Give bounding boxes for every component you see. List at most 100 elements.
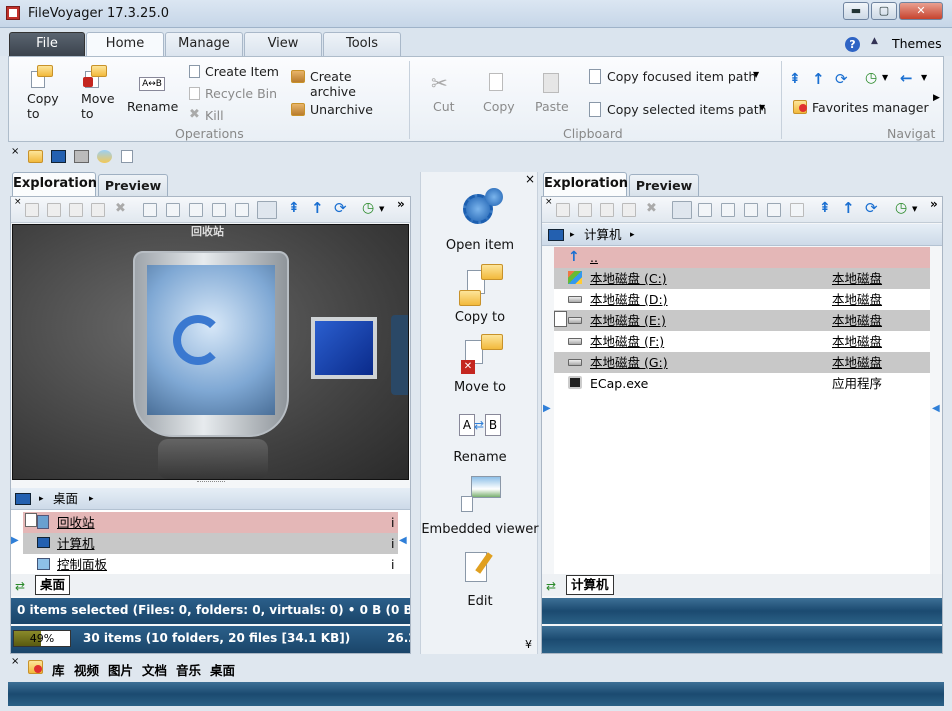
monitor-icon[interactable] (51, 150, 66, 163)
recycle-icon[interactable] (622, 203, 636, 217)
go-top-icon[interactable]: ⇞ (789, 71, 805, 87)
favorite-videos[interactable]: 视频 (74, 660, 99, 679)
create-archive-button[interactable]: Create archive (289, 68, 401, 99)
ribbon-scroll-right-icon[interactable]: ▶ (933, 93, 940, 103)
view-list-icon[interactable] (166, 203, 180, 217)
scroll-down-icon[interactable]: ¥ (525, 638, 532, 651)
view-list-icon[interactable] (698, 203, 712, 217)
cut-icon[interactable] (25, 203, 39, 217)
view-filmstrip-icon[interactable] (257, 201, 277, 219)
view-thumbnails-icon[interactable] (767, 203, 781, 217)
go-up-icon[interactable]: ↑ (311, 199, 324, 217)
right-tab-exploration[interactable]: Exploration (543, 172, 628, 196)
list-item[interactable]: ECap.exe 应用程序 (554, 373, 930, 394)
list-item[interactable]: 控制面板 i (23, 554, 398, 575)
copy-to-action[interactable]: Copy to (421, 262, 539, 332)
right-edge-arrow-icon[interactable]: ◀ (932, 403, 940, 414)
view-filmstrip-icon[interactable] (790, 203, 804, 217)
refresh-icon[interactable]: ⟳ (835, 70, 851, 88)
list-item[interactable]: 本地磁盘 (C:) 本地磁盘 (554, 268, 930, 289)
new-tab-icon[interactable]: ⇄ (15, 579, 31, 593)
left-tab-exploration[interactable]: Exploration (12, 172, 97, 196)
history-dropdown-icon[interactable]: ▼ (882, 73, 888, 82)
cut-button[interactable]: ✂ Cut (423, 71, 463, 121)
paste-button[interactable]: Paste (531, 71, 575, 121)
edit-action[interactable]: Edit (421, 548, 539, 618)
help-icon[interactable]: ? (845, 37, 860, 52)
back-dropdown-icon[interactable]: ▼ (921, 73, 927, 82)
view-details-icon[interactable] (143, 203, 157, 217)
copy-icon[interactable] (47, 203, 61, 217)
view-tiles-icon[interactable] (212, 203, 226, 217)
delete-icon[interactable]: ✖ (646, 201, 657, 216)
favorites-manager-button[interactable]: Favorites manager (791, 99, 941, 117)
breadcrumb-computer[interactable]: 计算机 (584, 224, 622, 246)
list-item[interactable]: 本地磁盘 (D:) 本地磁盘 (554, 289, 930, 310)
list-item[interactable]: 回收站 i (23, 512, 398, 533)
tab-file[interactable]: File (9, 32, 85, 56)
go-up-icon[interactable]: ↑ (812, 70, 828, 88)
minimize-button[interactable]: ▬ (843, 2, 869, 20)
tab-view[interactable]: View (244, 32, 322, 56)
printer-icon[interactable] (74, 150, 89, 163)
refresh-icon[interactable]: ⟳ (865, 199, 878, 217)
copy-to-button[interactable]: Copy to (23, 63, 63, 123)
view-small-icons-icon[interactable] (189, 203, 203, 217)
favorite-desktop[interactable]: 桌面 (210, 660, 235, 679)
history-icon[interactable]: ◷ (895, 200, 907, 216)
create-item-button[interactable]: Create Item (187, 63, 287, 81)
list-item-parent[interactable]: ↑ .. (554, 247, 930, 268)
go-up-icon[interactable]: ↑ (842, 199, 855, 217)
favorite-music[interactable]: 音乐 (176, 660, 201, 679)
list-item[interactable]: 本地磁盘 (F:) 本地磁盘 (554, 331, 930, 352)
close-bar-icon[interactable]: × (11, 146, 19, 157)
move-to-button[interactable]: Move to (77, 63, 117, 123)
tab-desktop[interactable]: 桌面 (35, 575, 71, 595)
open-item-button[interactable]: Open item (421, 188, 539, 258)
history-icon[interactable]: ◷ (865, 70, 881, 86)
copy-icon[interactable] (578, 203, 592, 217)
themes-menu[interactable]: Themes (892, 36, 942, 51)
delete-icon[interactable]: ✖ (115, 201, 126, 216)
recycle-icon[interactable] (91, 203, 105, 217)
network-icon[interactable] (97, 150, 112, 163)
copy-button[interactable]: Copy (477, 71, 517, 121)
view-tiles-icon[interactable] (744, 203, 758, 217)
tab-computer[interactable]: 计算机 (566, 575, 614, 595)
folder-icon[interactable] (28, 150, 43, 163)
right-tab-preview[interactable]: Preview (629, 174, 699, 196)
history-icon[interactable]: ◷ (362, 200, 374, 216)
refresh-icon[interactable]: ⟳ (334, 199, 347, 217)
left-address-bar[interactable]: ▸ 桌面 ▸ (11, 488, 410, 510)
list-item[interactable]: 本地磁盘 (E:) 本地磁盘 (554, 310, 930, 331)
document-icon[interactable] (121, 150, 133, 163)
view-small-icons-icon[interactable] (721, 203, 735, 217)
maximize-button[interactable]: ▢ (871, 2, 897, 20)
copy-selected-path-button[interactable]: Copy selected items path ▼ (587, 101, 772, 119)
right-address-bar[interactable]: ▸ 计算机 ▸ (542, 224, 942, 246)
view-details-icon[interactable] (672, 201, 692, 219)
recycle-bin-button[interactable]: Recycle Bin (187, 85, 287, 103)
close-button[interactable]: ✕ (899, 2, 943, 20)
kill-button[interactable]: ✖ Kill (187, 107, 247, 125)
paste-icon[interactable] (600, 203, 614, 217)
view-thumbnails-icon[interactable] (235, 203, 249, 217)
rename-action[interactable]: A B ⇄ Rename (421, 406, 539, 472)
new-tab-icon[interactable]: ⇄ (546, 579, 556, 593)
paste-icon[interactable] (69, 203, 83, 217)
left-edge-arrow-icon[interactable]: ▶ (543, 403, 551, 414)
favorite-pictures[interactable]: 图片 (108, 660, 133, 679)
go-top-icon[interactable]: ⇞ (288, 200, 300, 216)
right-edge-arrow-icon[interactable]: ◀ (399, 535, 407, 546)
cut-icon[interactable] (556, 203, 570, 217)
favorite-library[interactable]: 库 (52, 660, 65, 679)
embedded-viewer-action[interactable]: Embedded viewer (421, 472, 539, 542)
close-panel-icon[interactable]: × (525, 172, 535, 186)
list-item[interactable]: 本地磁盘 (G:) 本地磁盘 (554, 352, 930, 373)
tab-manage[interactable]: Manage (165, 32, 243, 56)
list-item[interactable]: 计算机 i (23, 533, 398, 554)
breadcrumb-desktop[interactable]: 桌面 (53, 488, 78, 510)
move-to-action[interactable]: ✕ Move to (421, 332, 539, 402)
close-favorites-icon[interactable]: × (11, 656, 19, 667)
rename-button[interactable]: A↔B Rename (125, 63, 181, 123)
